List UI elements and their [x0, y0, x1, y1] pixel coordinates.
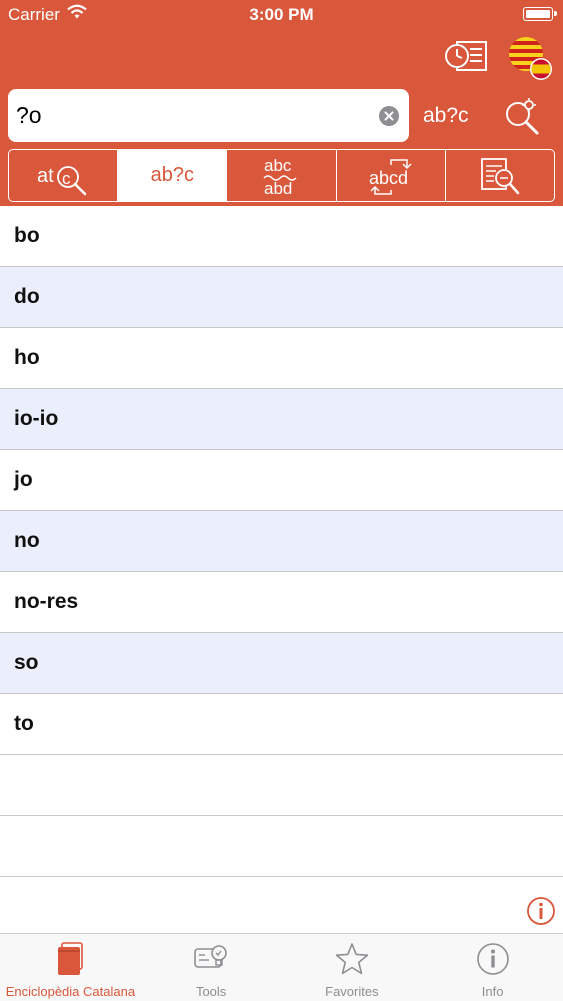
tab-label: Favorites — [325, 984, 379, 999]
search-box[interactable] — [8, 89, 409, 142]
list-item-label: bo — [14, 224, 40, 247]
book-icon — [58, 942, 84, 975]
list-item-label: so — [14, 651, 39, 674]
header: Carrier 3:00 PM ?o ab?c at c ab?c abc ab… — [0, 0, 563, 206]
svg-text:abd: abd — [264, 179, 292, 198]
tab-label: Tools — [195, 984, 227, 999]
list-item-label: jo — [14, 468, 33, 491]
battery-icon — [523, 7, 557, 21]
tab-tools[interactable]: Tools — [141, 934, 282, 1001]
list-item[interactable]: so — [0, 633, 563, 694]
tab-label: Enciclopèdia Catalana — [5, 984, 136, 999]
list-item-label: to — [14, 712, 34, 735]
tab-bar: Enciclopèdia Catalana Tools Favorites In… — [0, 933, 563, 1001]
anagram-icon: abc abd — [262, 156, 297, 198]
list-item[interactable]: no-res — [0, 572, 563, 633]
list-item[interactable]: ho — [0, 328, 563, 389]
list-item[interactable]: do — [0, 267, 563, 328]
clock: 3:00 PM — [249, 5, 314, 24]
segment-anagram[interactable]: abc abd — [227, 150, 337, 201]
tools-icon — [194, 945, 227, 968]
status-bar: Carrier 3:00 PM — [0, 0, 563, 30]
search-settings-icon[interactable] — [503, 97, 543, 137]
language-flag-icon[interactable] — [506, 34, 554, 82]
search-mode-label: ab?c — [423, 104, 469, 127]
spelling-search-icon: at c — [37, 165, 87, 195]
svg-text:c: c — [62, 169, 71, 188]
segment-reverse-search[interactable]: abcd — [337, 150, 446, 201]
list-item[interactable]: jo — [0, 450, 563, 511]
empty-list-row — [0, 816, 563, 877]
list-item-label: ho — [14, 346, 40, 369]
star-icon — [335, 943, 369, 975]
svg-text:at: at — [37, 165, 54, 187]
tab-enciclopedia-catalana[interactable]: Enciclopèdia Catalana — [0, 934, 141, 1001]
clear-search-icon[interactable] — [379, 106, 399, 126]
search-type-segmented-control: at c ab?c abc abd abcd — [8, 149, 555, 202]
history-icon[interactable] — [444, 38, 488, 74]
segment-wildcard-search[interactable]: ab?c — [118, 150, 228, 201]
list-item[interactable]: to — [0, 694, 563, 755]
list-item[interactable]: bo — [0, 206, 563, 267]
tab-info[interactable]: Info — [422, 934, 563, 1001]
search-input[interactable] — [16, 89, 376, 142]
svg-text:abc: abc — [264, 156, 292, 175]
list-item[interactable]: no — [0, 511, 563, 572]
list-item-label: no — [14, 529, 40, 552]
svg-text:abcd: abcd — [369, 168, 408, 188]
list-item-label: io-io — [14, 407, 59, 430]
list-item-label: do — [14, 285, 40, 308]
tab-favorites[interactable]: Favorites — [282, 934, 423, 1001]
results-list: bo do ho io-io jo no no-res so to — [0, 206, 563, 933]
fulltext-search-icon — [481, 157, 520, 194]
info-circle-icon[interactable] — [526, 896, 556, 926]
reverse-search-icon: abcd — [369, 158, 412, 195]
segment-fulltext-search[interactable] — [446, 150, 554, 201]
list-item-label: no-res — [14, 590, 79, 613]
info-icon — [476, 943, 509, 975]
segment-spelling-search[interactable]: at c — [9, 150, 119, 201]
tab-label: Info — [481, 984, 504, 999]
segment-wildcard-label: ab?c — [150, 164, 194, 186]
list-item[interactable]: io-io — [0, 389, 563, 450]
empty-list-row — [0, 755, 563, 816]
